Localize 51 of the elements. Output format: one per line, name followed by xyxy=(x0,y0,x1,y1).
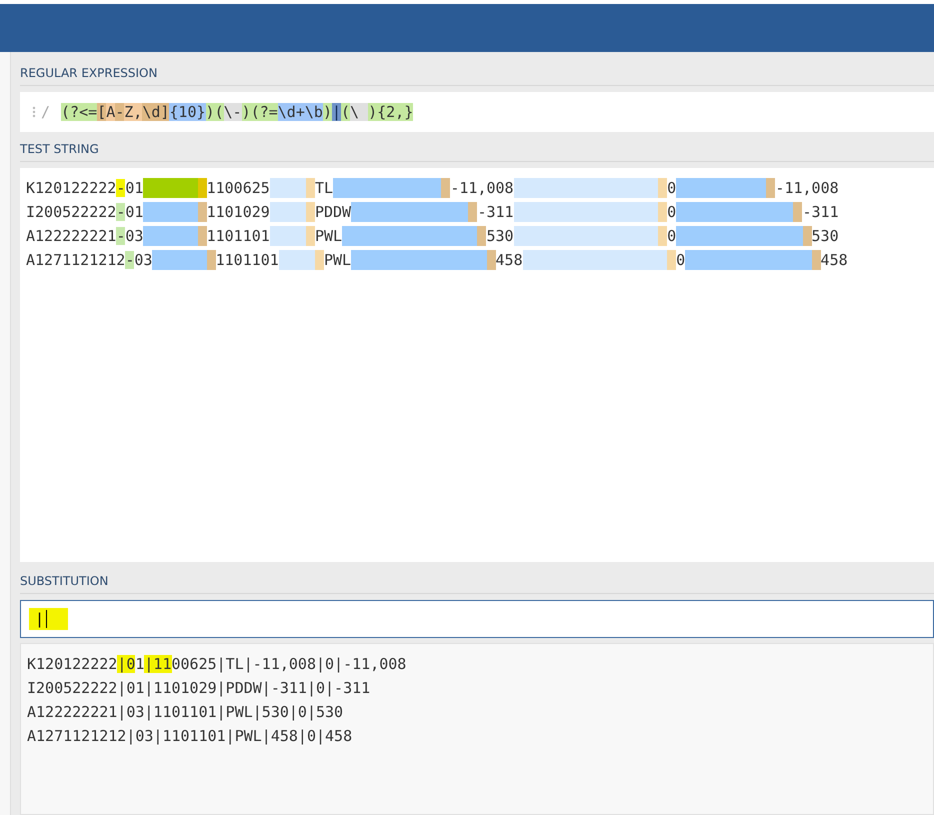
text-run: 1101029 xyxy=(206,203,270,221)
section-title: REGULAR EXPRESSION xyxy=(20,64,934,86)
drag-handle-icon[interactable] xyxy=(32,106,36,118)
text-run: -11,008 xyxy=(775,179,839,197)
match-highlight xyxy=(270,200,315,224)
text-run: 1100625 xyxy=(206,179,270,197)
text-run: -11,008 xyxy=(450,179,514,197)
match-highlight xyxy=(270,224,315,248)
group-highlight: - xyxy=(125,251,134,269)
match-highlight xyxy=(152,248,216,272)
match-highlight xyxy=(143,200,207,224)
match-highlight xyxy=(278,248,324,272)
text-run: 0 xyxy=(667,203,676,221)
match-highlight xyxy=(143,224,207,248)
result-line: A1271121212|03|1101101|PWL|458|0|458 xyxy=(27,726,354,747)
text-run: 03 xyxy=(134,251,152,269)
text-run: I200522222 xyxy=(26,203,116,221)
test-string-field[interactable]: K120122222-01 1100625 TL -11,008 0 -11,008 I200522222-01 1101029 PDDW -311 0 -311 A122222221-03 1101101 PWL 530 0 530 A1271121212-03 1101101 PWL 458 0 458 xyxy=(20,168,934,562)
text-run: PWL xyxy=(324,251,352,269)
substitution-field[interactable]: | xyxy=(20,600,934,638)
text-run: -311 xyxy=(477,203,514,221)
result-line: K120122222|01|1100625|TL|-11,008|0|-11,008 xyxy=(27,654,408,675)
group-highlight: - xyxy=(116,179,126,197)
result-line: A122222221|03|1101101|PWL|530|0|530 xyxy=(27,702,344,723)
text-run: 530 xyxy=(486,227,514,245)
text-run: 01 xyxy=(125,203,144,221)
text-run: -311 xyxy=(802,203,839,221)
text-run: 1101101 xyxy=(206,227,270,245)
group-highlight: - xyxy=(116,227,126,245)
section-title: SUBSTITUTION xyxy=(20,572,934,594)
text-run: 0 xyxy=(667,227,676,245)
text-run: TL xyxy=(314,179,333,197)
text-run: 03 xyxy=(125,227,144,245)
group-highlight: - xyxy=(116,203,126,221)
text-run: 01 xyxy=(125,179,144,197)
regex-field[interactable]: / (?<=[A-Z,\d]{10})(\-)(?=\d+\b)|(\ ){2,} xyxy=(20,92,934,132)
text-run: PDDW xyxy=(314,203,352,221)
text-run: 0 xyxy=(676,251,686,269)
match-highlight xyxy=(270,176,315,200)
text-run: A122222221 xyxy=(26,227,116,245)
text-run: A1271121212 xyxy=(26,251,126,269)
text-run: 1101101 xyxy=(216,251,279,269)
result-line: I200522222|01|1101029|PDDW|-311|0|-311 xyxy=(27,678,372,699)
regex-pattern: (?<=[A-Z,\d]{10})(\-)(?=\d+\b)|(\ ){2,} xyxy=(61,103,414,121)
text-run: 458 xyxy=(820,251,848,269)
text-run: PWL xyxy=(314,227,342,245)
text-run: 530 xyxy=(812,227,839,245)
section-title: TEST STRING xyxy=(20,140,934,162)
text-run: 458 xyxy=(496,251,523,269)
text-run: 0 xyxy=(667,179,676,197)
text-run: K120122222 xyxy=(26,179,116,197)
